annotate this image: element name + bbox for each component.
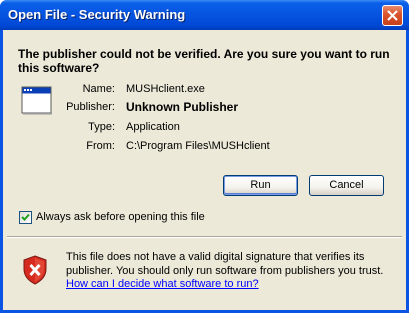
title-bar[interactable]: Open File - Security Warning: [0, 0, 409, 30]
warning-message: This file does not have a valid digital …: [66, 251, 396, 292]
close-button[interactable]: [382, 5, 403, 26]
type-value: Application: [126, 121, 180, 133]
type-label: Type:: [88, 121, 115, 133]
run-button[interactable]: Run: [223, 175, 298, 196]
security-warning-window: Open File - Security Warning The publish…: [0, 0, 409, 313]
name-label: Name:: [82, 83, 115, 95]
separator: [7, 236, 402, 238]
checkmark-icon: [21, 213, 30, 221]
dialog-body: The publisher could not be verified. Are…: [3, 30, 406, 310]
from-label: From:: [86, 140, 115, 152]
name-value: MUSHclient.exe: [126, 83, 205, 95]
always-ask-checkbox[interactable]: [19, 211, 32, 224]
publisher-value: Unknown Publisher: [126, 100, 239, 114]
window-title: Open File - Security Warning: [8, 7, 186, 22]
help-link[interactable]: How can I decide what software to run?: [66, 278, 259, 290]
close-icon: [387, 10, 398, 21]
dialog-heading: The publisher could not be verified. Are…: [18, 47, 390, 75]
from-value: C:\Program Files\MUSHclient: [126, 140, 270, 152]
always-ask-label[interactable]: Always ask before opening this file: [36, 211, 205, 223]
publisher-label: Publisher:: [66, 101, 115, 113]
security-shield-icon: [23, 255, 47, 285]
cancel-button[interactable]: Cancel: [309, 175, 384, 196]
warning-text: This file does not have a valid digital …: [66, 251, 384, 277]
